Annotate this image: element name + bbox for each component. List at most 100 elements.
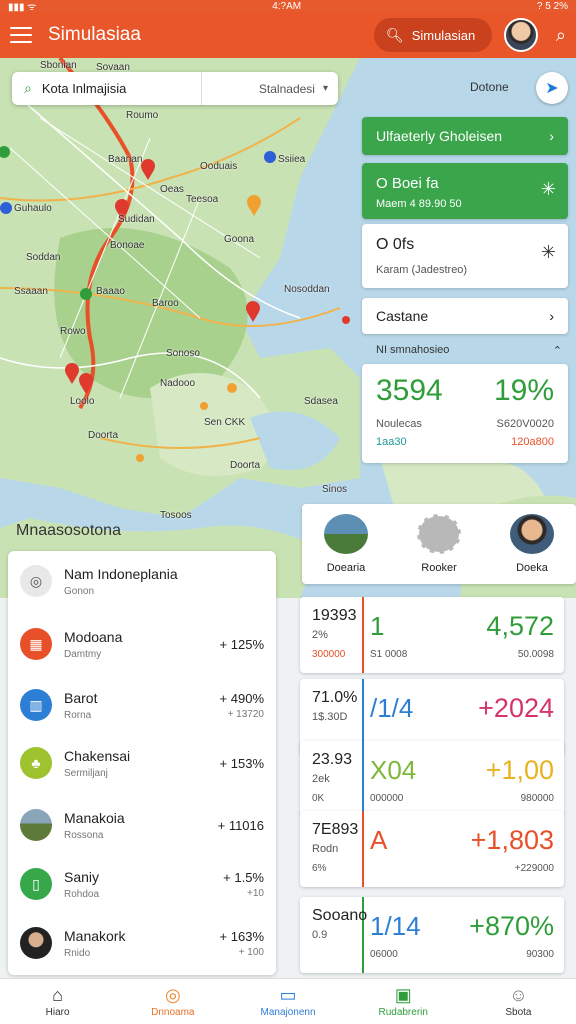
highlight-card-title: O Boei fa — [376, 175, 439, 192]
list-item-name: Barot — [64, 689, 98, 706]
nav-explore[interactable]: ◎ Dnnoama — [115, 979, 230, 1024]
kpi-accent-bar — [362, 811, 364, 887]
map-label: Ooduais — [200, 161, 238, 172]
search-button-label: Simulasian — [411, 27, 476, 43]
list-item[interactable]: Manakork Rnido + 163% + 100 — [8, 915, 276, 971]
info-card[interactable]: O 0fs Karam (Jadestreo) ✳ — [362, 224, 568, 288]
kpi-tertiary-value: 6% — [312, 863, 327, 874]
map-label: Sdasea — [304, 396, 338, 407]
list-item[interactable]: ▥ Barot Rorna + 490% + 13720 — [8, 677, 276, 733]
location-pin-icon[interactable]: ➤ — [536, 72, 568, 104]
map-label: Ssaaan — [14, 286, 48, 297]
stats-card: 3594 19% Noulecas S620V0020 1aa30 120a80… — [362, 364, 568, 463]
map-pin-icon[interactable] — [246, 301, 260, 322]
report-icon: ▣ — [394, 985, 412, 1005]
person-photo-icon — [20, 927, 52, 959]
highlight-card[interactable]: O Boei fa Maem 4 89.90 50 ✳ — [362, 163, 568, 219]
favorite-icon[interactable]: ✳ — [541, 179, 556, 200]
kpi-center-sub: 000000 — [370, 793, 404, 804]
highlight-card-subtitle: Maem 4 89.90 50 — [376, 198, 462, 210]
clock: 4:?AM — [272, 0, 302, 12]
list-item-change: + 11016 — [217, 817, 264, 833]
list-item-change: + 490% — [219, 690, 264, 706]
stats-right-sub: S620V0020 — [496, 418, 555, 430]
map-label: Sbonian — [40, 60, 77, 71]
list-item[interactable]: ▯ Saniy Rohdoa + 1.5% +10 — [8, 856, 276, 912]
map-label: Nadooo — [160, 378, 196, 389]
nav-label: Dnnoama — [151, 1007, 195, 1018]
kpi-center-value: 1 — [370, 611, 385, 641]
profile-icon: ☺ — [509, 985, 528, 1005]
list-item[interactable]: ♣ Chakensai Sermiljanj + 153% — [8, 735, 276, 791]
kpi-change-sub: 50.0098 — [517, 649, 554, 660]
chevron-down-icon: ▾ — [322, 83, 328, 94]
map-label: Goona — [224, 234, 255, 245]
search-icon[interactable]: ⌕ — [556, 25, 566, 46]
kpi-change-sub: 90300 — [526, 949, 554, 960]
nav-home[interactable]: ⌂ Hiaro — [0, 979, 115, 1024]
map-label: Bonoae — [110, 240, 145, 251]
kpi-secondary-value: 2ek — [312, 773, 330, 785]
hamburger-menu-icon[interactable] — [10, 27, 32, 43]
list-item-name: Manakork — [64, 927, 126, 944]
kpi-card[interactable]: 19393 2% 300000 1 S1 0008 4,572 50.0098 — [300, 597, 564, 673]
person-item[interactable]: Doeka — [500, 514, 564, 574]
kpi-center-sub: 06000 — [370, 949, 398, 960]
list-item-change-sub: + 13720 — [227, 708, 264, 720]
kpi-change-value: +1,00 — [485, 755, 554, 785]
tree-icon: ♣ — [20, 747, 52, 779]
stats-right-low: 120a800 — [511, 436, 554, 448]
kpi-card[interactable]: Sooano 0.9 1/14 06000 +870% 90300 — [300, 897, 564, 973]
person-item[interactable]: Doearia — [314, 514, 378, 574]
compass-icon: ◎ — [164, 985, 181, 1005]
person-item[interactable]: Rooker — [407, 514, 471, 574]
list-item-change-sub: +10 — [247, 887, 264, 899]
kpi-center-sub: S1 0008 — [370, 649, 408, 660]
section-title: Mnaasosotona — [16, 522, 121, 539]
search-button[interactable]: 🔍︎ Simulasian — [373, 18, 492, 52]
region-select[interactable]: Stalnadesi ▾ — [202, 82, 338, 96]
list-item-sub: Damtmy — [64, 648, 102, 660]
map-label: Baaao — [96, 286, 125, 297]
location-search-bar[interactable]: ⌕ Kota Inlmajisia Stalnadesi ▾ — [12, 72, 338, 105]
region-list: ◎ Nam Indoneplania Gonon ▦ Modoana Damtmy … — [8, 551, 276, 975]
list-item-sub: Rossona — [64, 829, 104, 841]
kpi-secondary-value: Rodn — [312, 843, 339, 855]
map-pin-icon[interactable] — [0, 202, 12, 214]
kpi-secondary-value: 0.9 — [312, 929, 328, 941]
map-label: Baanan — [108, 154, 143, 165]
stats-subheader[interactable]: NI smnahosieo ⌃ — [376, 344, 562, 357]
list-item[interactable]: ▦ Modoana Damtmy + 125% — [8, 616, 276, 672]
nav-profile[interactable]: ☺ Sbota — [461, 979, 576, 1024]
info-card-title: O 0fs — [376, 236, 415, 253]
chevron-right-icon: › — [549, 128, 554, 144]
list-item-change-sub: + 100 — [238, 946, 264, 958]
nav-reports[interactable]: ▣ Rudabrerin — [346, 979, 461, 1024]
kpi-card[interactable]: 7E893 Rodn 6% A +1,803 +229000 — [300, 811, 564, 887]
nav-label: Hiaro — [45, 1007, 70, 1018]
nav-management[interactable]: ▭ Manajonenn — [230, 979, 345, 1024]
nav-label: Manajonenn — [260, 1007, 316, 1018]
castane-row[interactable]: Castane › — [362, 298, 568, 334]
list-item-change: + 153% — [219, 755, 264, 771]
kpi-card[interactable]: 23.93 2ek 0K X04 000000 +1,00 980000 — [300, 741, 564, 817]
favorite-icon[interactable]: ✳ — [541, 242, 556, 263]
map-pin-icon[interactable] — [264, 151, 276, 163]
info-card-subtitle: Karam (Jadestreo) — [376, 264, 468, 276]
list-item-name: Nam Indoneplania — [64, 565, 178, 582]
kpi-center-value: 1/14 — [370, 911, 421, 941]
list-item-name: Modoana — [64, 628, 123, 645]
map-pin-icon[interactable] — [80, 288, 92, 300]
location-search-input[interactable]: Kota Inlmajisia — [42, 72, 202, 105]
search-icon: ⌕ — [24, 80, 32, 96]
user-avatar[interactable] — [503, 18, 538, 52]
map-layer-toggle[interactable]: Dotone — [470, 80, 509, 94]
list-item[interactable]: ◎ Nam Indoneplania Gonon — [8, 553, 276, 609]
map-label: Nosoddan — [284, 284, 330, 295]
list-item[interactable]: Manakoia Rossona + 11016 — [8, 797, 276, 853]
panel-header-card[interactable]: Ulfaeterly Gholeisen › — [362, 117, 568, 155]
person-photo — [417, 514, 461, 554]
person-name: Rooker — [421, 562, 457, 574]
stats-right-value: 19% — [493, 374, 554, 407]
list-item-change: + 1.5% — [223, 869, 264, 885]
